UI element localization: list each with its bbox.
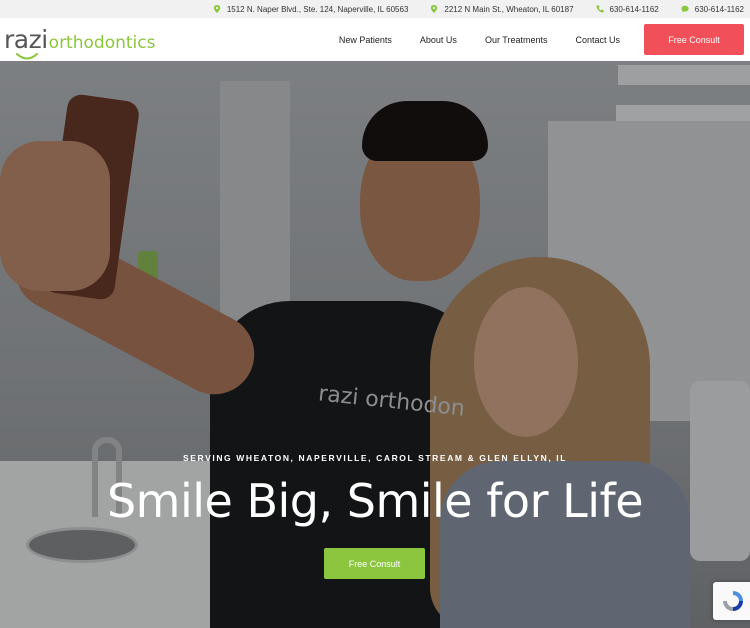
location-naperville[interactable]: 1512 N. Naper Blvd., Ste. 124, Napervill… <box>213 4 409 14</box>
smile-icon <box>16 53 38 60</box>
phone-link[interactable]: 630-614-1162 <box>595 4 659 14</box>
hero-dark-overlay <box>0 61 750 628</box>
site-logo[interactable]: razi orthodontics <box>4 25 156 60</box>
location-text: 2212 N Main St., Wheaton, IL 60187 <box>444 4 574 14</box>
nav-about-us[interactable]: About Us <box>406 35 471 45</box>
location-text: 1512 N. Naper Blvd., Ste. 124, Napervill… <box>226 4 409 14</box>
sms-link[interactable]: 630-614-1162 <box>681 5 744 14</box>
recaptcha-badge[interactable] <box>713 582 750 620</box>
free-consult-button[interactable]: Free Consult <box>644 24 744 55</box>
main-nav: New Patients About Us Our Treatments Con… <box>325 24 744 55</box>
location-wheaton[interactable]: 2212 N Main St., Wheaton, IL 60187 <box>430 4 574 14</box>
map-pin-icon <box>431 5 438 13</box>
hero-headline: Smile Big, Smile for Life <box>106 474 644 528</box>
nav-our-treatments[interactable]: Our Treatments <box>471 35 562 45</box>
phone-text: 630-614-1162 <box>609 4 659 14</box>
recaptcha-icon <box>723 591 743 611</box>
logo-orthodontics: orthodontics <box>48 33 156 53</box>
hero-free-consult-button[interactable]: Free Consult <box>324 548 425 579</box>
site-header: razi orthodontics New Patients About Us … <box>0 18 750 61</box>
logo-razi: razi <box>4 25 48 54</box>
hero-tagline: SERVING WHEATON, NAPERVILLE, CAROL STREA… <box>182 453 568 463</box>
phone-icon <box>595 5 604 13</box>
map-pin-icon <box>213 5 221 13</box>
top-info-bar: 1512 N. Naper Blvd., Ste. 124, Napervill… <box>0 0 750 18</box>
nav-new-patients[interactable]: New Patients <box>325 35 406 45</box>
hero-section: razi orthodon SERVING WHEATON, NAPERVILL… <box>0 61 750 628</box>
nav-contact-us[interactable]: Contact Us <box>561 35 634 45</box>
chat-bubble-icon <box>681 5 689 13</box>
sms-text: 630-614-1162 <box>694 4 744 14</box>
